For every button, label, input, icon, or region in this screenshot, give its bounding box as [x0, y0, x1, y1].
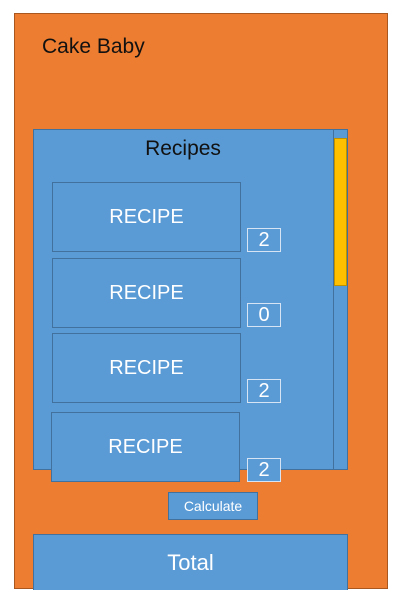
recipe-card-2[interactable]: RECIPE	[52, 258, 241, 328]
recipes-scrollbar[interactable]	[333, 130, 347, 469]
app-window: Cake Baby Recipes RECIPE 2 RECIPE 0 RECI…	[14, 13, 388, 590]
calculate-button[interactable]: Calculate	[168, 492, 258, 520]
app-title: Cake Baby	[42, 35, 145, 58]
recipe-count-1[interactable]: 2	[247, 228, 281, 252]
recipe-card-1[interactable]: RECIPE	[52, 182, 241, 252]
recipe-count-4[interactable]: 2	[247, 458, 281, 482]
total-display: Total	[33, 534, 348, 590]
recipe-card-4[interactable]: RECIPE	[51, 412, 240, 482]
recipe-card-3[interactable]: RECIPE	[52, 333, 241, 403]
scrollbar-thumb[interactable]	[334, 138, 347, 286]
recipes-title: Recipes	[145, 137, 221, 160]
recipe-count-3[interactable]: 2	[247, 379, 281, 403]
recipe-count-2[interactable]: 0	[247, 303, 281, 327]
